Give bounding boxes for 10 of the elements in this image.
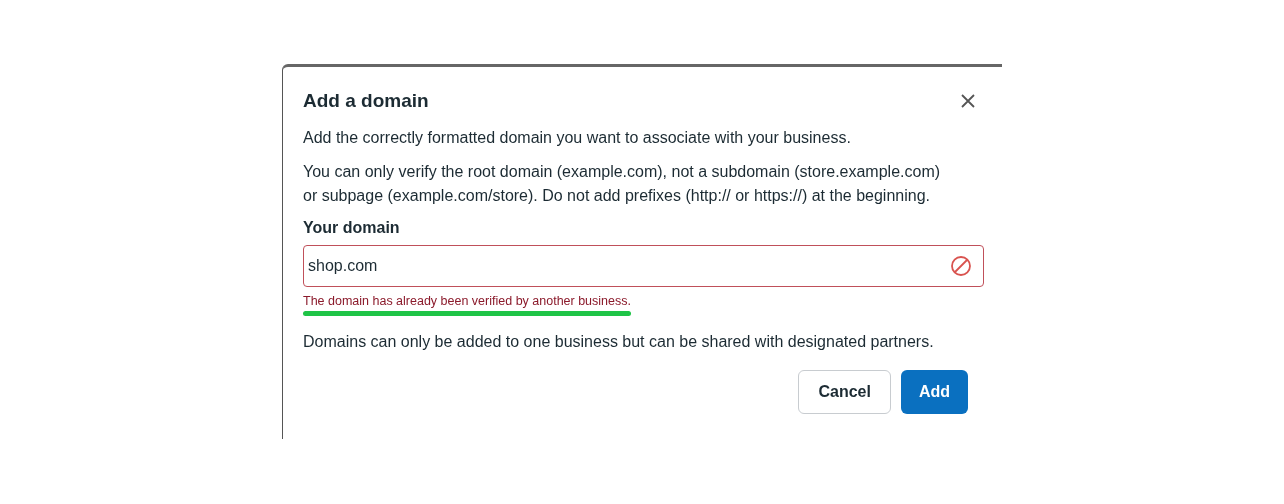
- domain-input-field[interactable]: shop.com: [303, 244, 984, 287]
- note-text: Domains can only be added to one business but can be shared with designated partners.: [303, 331, 935, 352]
- field-label: Your domain: [303, 217, 401, 238]
- cancel-button[interactable]: Cancel: [798, 369, 891, 414]
- description-text: Add the correctly formatted domain you want to associate with your business.: [303, 127, 852, 148]
- description-text: You can only verify the root domain (example.com), not a subdomain (store.example.com) or subpage (example.com/store). Do not add prefixes (http:// or https://) at the beginning.: [303, 161, 942, 206]
- error-message: The domain has already been verified by another business.: [303, 293, 631, 309]
- dialog-title: Add a domain: [303, 89, 429, 113]
- error-icon: [950, 254, 972, 277]
- add-button[interactable]: Add: [900, 369, 968, 414]
